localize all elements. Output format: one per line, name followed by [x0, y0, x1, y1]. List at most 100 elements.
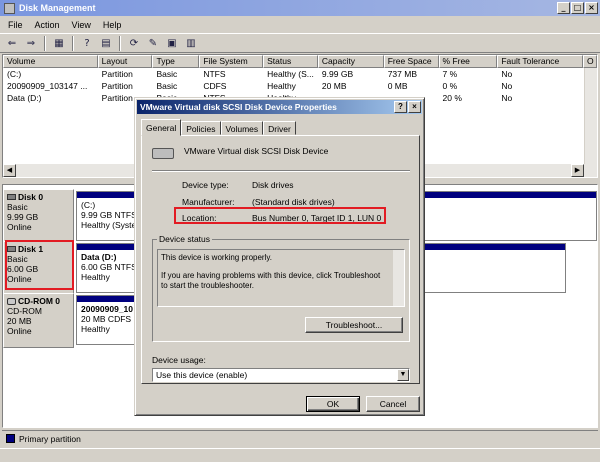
- tab-general[interactable]: General: [141, 119, 182, 136]
- cell-percent-free: 20 %: [442, 93, 462, 103]
- cell-percent-free: 0 %: [442, 81, 458, 91]
- table-row[interactable]: 20090909_103147 ... Partition Basic CDFS…: [3, 80, 597, 92]
- column-free-space[interactable]: Free Space: [383, 55, 439, 68]
- window-title-bar: Disk Management _ □ ×: [0, 0, 600, 16]
- cell-fault-tolerance: No: [501, 69, 513, 79]
- tab-driver[interactable]: Driver: [263, 121, 296, 135]
- menu-view[interactable]: View: [66, 20, 97, 30]
- ok-button[interactable]: OK: [306, 396, 360, 412]
- help-icon[interactable]: ?: [79, 35, 95, 51]
- device-type-value: Disk drives: [252, 180, 294, 190]
- column-type[interactable]: Type: [152, 55, 200, 68]
- settings-icon[interactable]: ▣: [164, 35, 180, 51]
- cell-free-space: 737 MB: [387, 69, 417, 79]
- scroll-right-icon[interactable]: ▶: [571, 164, 584, 177]
- disk-status: Online: [7, 222, 32, 232]
- cell-capacity: 9.99 GB: [321, 69, 354, 79]
- status-message: This device is working properly.: [161, 253, 273, 262]
- column-volume[interactable]: Volume: [3, 55, 98, 68]
- toolbar-separator: [44, 35, 46, 51]
- properties-icon[interactable]: ▤: [98, 35, 114, 51]
- partition-cdrom[interactable]: 20090909_10 20 MB CDFS Healthy: [76, 295, 136, 345]
- cell-fault-tolerance: No: [501, 93, 513, 103]
- cell-percent-free: 7 %: [442, 69, 458, 79]
- dialog-tabs: General Policies Volumes Driver: [141, 119, 296, 136]
- status-bar: [0, 448, 600, 462]
- menu-action[interactable]: Action: [29, 20, 66, 30]
- table-row[interactable]: (C:) Partition Basic NTFS Healthy (S... …: [3, 68, 597, 80]
- cell-volume: 20090909_103147 ...: [7, 81, 88, 91]
- cell-free-space: 0 MB: [387, 81, 408, 91]
- dialog-help-button[interactable]: ?: [394, 101, 407, 113]
- column-percent-free[interactable]: % Free: [438, 55, 498, 68]
- manufacturer-label: Manufacturer:: [182, 197, 235, 207]
- volume-list-vertical-scrollbar[interactable]: [584, 68, 597, 164]
- cell-file-system: NTFS: [203, 69, 226, 79]
- hard-disk-icon: [152, 148, 174, 159]
- column-capacity[interactable]: Capacity: [317, 55, 384, 68]
- cell-file-system: CDFS: [203, 81, 227, 91]
- disk-label-cdrom[interactable]: CD-ROM 0 CD-ROM 20 MB Online: [3, 293, 74, 348]
- cell-type: Basic: [156, 69, 178, 79]
- disk-status: Online: [7, 326, 32, 336]
- cell-type: Basic: [156, 81, 178, 91]
- column-status[interactable]: Status: [263, 55, 318, 68]
- dialog-close-button[interactable]: ×: [408, 101, 421, 113]
- tab-policies[interactable]: Policies: [181, 121, 221, 135]
- cell-status: Healthy (S...: [267, 69, 314, 79]
- disk-label-0[interactable]: Disk 0 Basic 9.99 GB Online: [3, 189, 74, 244]
- device-type-label: Device type:: [182, 180, 229, 190]
- restore-button[interactable]: □: [571, 2, 584, 14]
- device-name: VMware Virtual disk SCSI Disk Device: [184, 146, 329, 156]
- cell-status: Healthy: [267, 81, 296, 91]
- dialog-title: VMware Virtual disk SCSI Disk Device Pro…: [140, 102, 337, 112]
- column-file-system[interactable]: File System: [199, 55, 264, 68]
- edit-icon[interactable]: ✎: [145, 35, 161, 51]
- partition-status: Healthy: [81, 324, 110, 334]
- column-overhead[interactable]: O: [583, 55, 597, 68]
- menu-help[interactable]: Help: [97, 20, 128, 30]
- chevron-down-icon[interactable]: ▼: [397, 369, 409, 381]
- cancel-button[interactable]: Cancel: [366, 396, 420, 412]
- cell-fault-tolerance: No: [501, 81, 513, 91]
- partition-label: 20090909_10: [81, 304, 134, 314]
- device-usage-value: Use this device (enable): [156, 370, 248, 380]
- legend: Primary partition: [2, 430, 598, 446]
- manufacturer-value: (Standard disk drives): [252, 197, 335, 207]
- back-icon[interactable]: ⇐: [4, 35, 20, 51]
- disk-name: Disk 0: [18, 192, 44, 202]
- show-hide-console-icon[interactable]: ▦: [51, 35, 67, 51]
- cell-volume: Data (D:): [7, 93, 42, 103]
- device-status-text[interactable]: This device is working properly. If you …: [157, 249, 405, 307]
- view-icon[interactable]: ▥: [183, 35, 199, 51]
- toolbar-separator: [119, 35, 121, 51]
- disk-type: Basic: [7, 202, 28, 212]
- troubleshoot-button[interactable]: Troubleshoot...: [305, 317, 403, 333]
- location-highlight: [174, 207, 386, 224]
- toolbar-separator: [72, 35, 74, 51]
- partition-detail: 20 MB CDFS: [81, 314, 132, 324]
- tab-volumes[interactable]: Volumes: [220, 121, 264, 135]
- disk-size: 20 MB: [7, 316, 32, 326]
- refresh-icon[interactable]: ⟳: [126, 35, 142, 51]
- column-fault-tolerance[interactable]: Fault Tolerance: [497, 55, 584, 68]
- forward-icon[interactable]: ⇒: [23, 35, 39, 51]
- general-tab-panel: VMware Virtual disk SCSI Disk Device Dev…: [141, 135, 420, 384]
- disk-icon: [7, 194, 16, 200]
- primary-partition-swatch: [6, 434, 15, 443]
- status-scrollbar[interactable]: [393, 250, 404, 306]
- device-usage-label: Device usage:: [152, 355, 206, 365]
- toolbar: ⇐ ⇒ ▦ ? ▤ ⟳ ✎ ▣ ▥: [0, 33, 600, 53]
- device-usage-select[interactable]: Use this device (enable) ▼: [152, 368, 410, 382]
- disk-size: 9.99 GB: [7, 212, 39, 222]
- column-layout[interactable]: Layout: [97, 55, 153, 68]
- device-status-title: Device status: [157, 234, 213, 244]
- device-status-group: Device status This device is working pro…: [152, 234, 410, 342]
- disk-management-icon: [4, 2, 15, 14]
- cell-layout: Partition: [101, 69, 133, 79]
- close-button[interactable]: ×: [585, 2, 598, 14]
- minimize-button[interactable]: _: [557, 2, 570, 14]
- scroll-left-icon[interactable]: ◀: [3, 164, 16, 177]
- menu-file[interactable]: File: [2, 20, 29, 30]
- properties-dialog: VMware Virtual disk SCSI Disk Device Pro…: [134, 97, 425, 416]
